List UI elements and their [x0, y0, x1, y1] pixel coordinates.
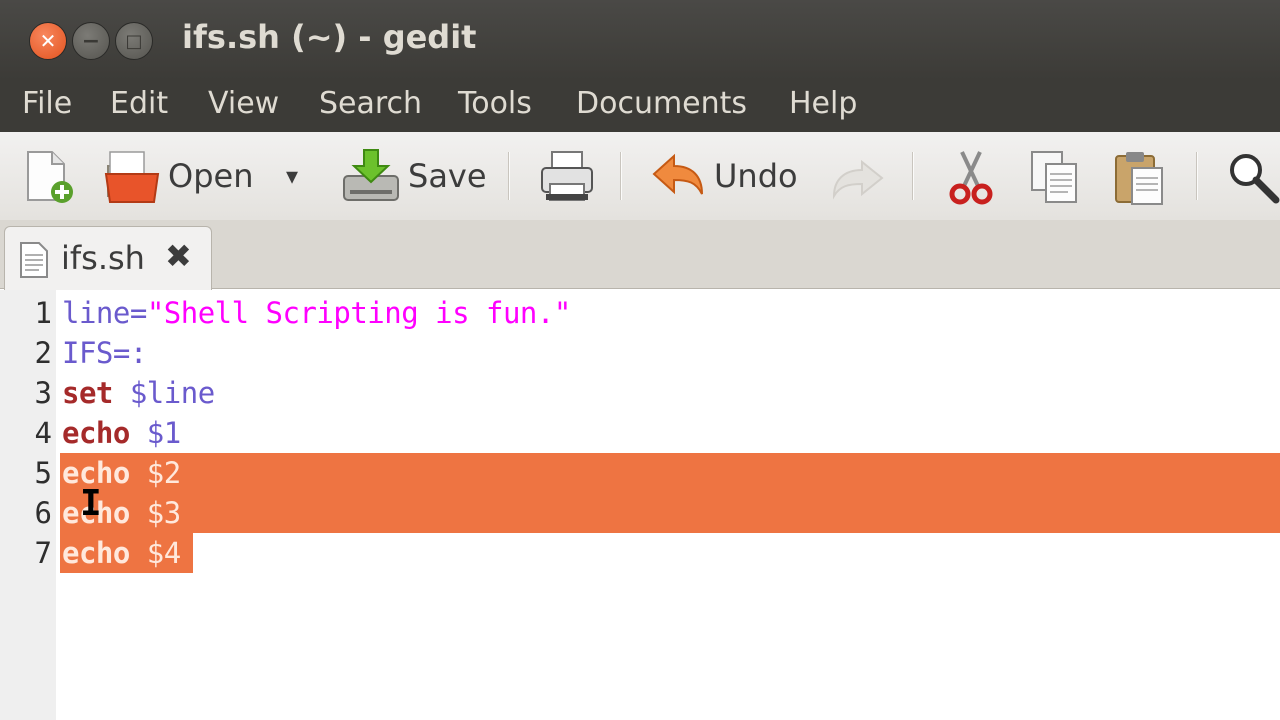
open-label: Open	[168, 157, 254, 195]
toolbar-separator	[912, 152, 914, 200]
code-line: 3 set $line	[0, 373, 1280, 413]
redo-button[interactable]	[828, 156, 888, 204]
code-text: line="Shell Scripting is fun."	[62, 296, 571, 330]
open-folder-icon	[104, 151, 160, 203]
paste-icon	[1115, 152, 1163, 205]
paste-button[interactable]	[1112, 148, 1166, 206]
window-maximize-button[interactable]: □	[115, 22, 153, 60]
text-cursor-icon: I	[80, 483, 102, 524]
print-button[interactable]	[538, 148, 596, 206]
code-line-selected: 5 echo $2	[0, 453, 1280, 493]
search-icon	[1230, 154, 1280, 204]
cut-button[interactable]	[944, 148, 998, 206]
tab-label: ifs.sh	[61, 239, 145, 277]
line-number: 3	[34, 376, 52, 410]
minimize-icon: −	[81, 28, 101, 54]
scissors-icon	[949, 151, 993, 205]
code-line: 2 IFS=:	[0, 333, 1280, 373]
close-icon: ✕	[39, 29, 57, 53]
open-button[interactable]: Open	[100, 146, 310, 208]
window-title: ifs.sh (~) - gedit	[182, 18, 477, 56]
toolbar: Open ▾ Save Undo	[0, 132, 1280, 221]
menu-view[interactable]: View	[208, 86, 279, 121]
menu-tools[interactable]: Tools	[458, 86, 532, 121]
line-number: 4	[34, 416, 52, 450]
code-line-selected: 7 echo $4	[0, 533, 1280, 573]
line-number: 2	[34, 336, 52, 370]
line-number: 5	[34, 456, 52, 490]
code-text: echo $1	[62, 416, 181, 450]
menu-bar: File Edit View Search Tools Documents He…	[0, 80, 1280, 132]
search-button[interactable]	[1226, 150, 1280, 204]
code-line: 1 line="Shell Scripting is fun."	[0, 293, 1280, 333]
menu-file[interactable]: File	[22, 86, 72, 121]
line-number: 7	[34, 536, 52, 570]
line-number: 6	[34, 496, 52, 530]
code-text: IFS=:	[62, 336, 147, 370]
copy-button[interactable]	[1028, 148, 1082, 206]
save-button[interactable]: Save	[340, 146, 490, 208]
editor-area[interactable]: 1 line="Shell Scripting is fun." 2 IFS=:…	[0, 290, 1280, 720]
title-bar: ✕ − □ ifs.sh (~) - gedit	[0, 0, 1280, 80]
code-text: set $line	[62, 376, 215, 410]
menu-documents[interactable]: Documents	[576, 86, 747, 121]
undo-label: Undo	[714, 157, 798, 195]
new-document-icon	[27, 151, 73, 203]
window-minimize-button[interactable]: −	[72, 22, 110, 60]
tab-close-icon[interactable]: ✖	[165, 237, 192, 275]
line-number: 1	[34, 296, 52, 330]
undo-arrow-icon	[652, 153, 703, 195]
tab-ifs-sh[interactable]: ifs.sh ✖	[4, 226, 212, 290]
redo-icon	[832, 159, 884, 200]
new-document-button[interactable]	[24, 148, 76, 206]
copy-icon	[1031, 151, 1077, 203]
maximize-icon: □	[125, 30, 143, 52]
menu-search[interactable]: Search	[319, 86, 422, 121]
code-text: echo $4	[62, 536, 181, 570]
code-line-selected: 6 echo $3	[0, 493, 1280, 533]
save-label: Save	[408, 157, 487, 195]
window-close-button[interactable]: ✕	[29, 22, 67, 60]
printer-icon	[541, 151, 593, 201]
menu-help[interactable]: Help	[789, 86, 857, 121]
toolbar-separator	[508, 152, 510, 200]
toolbar-separator	[620, 152, 622, 200]
menu-edit[interactable]: Edit	[110, 86, 168, 121]
undo-button[interactable]: Undo	[648, 146, 808, 208]
open-dropdown-arrow-icon[interactable]: ▾	[286, 162, 298, 190]
text-file-icon	[20, 242, 48, 278]
code-line: 4 echo $1	[0, 413, 1280, 453]
tab-bar: ifs.sh ✖	[0, 220, 1280, 290]
toolbar-separator	[1196, 152, 1198, 200]
save-icon	[343, 149, 399, 201]
